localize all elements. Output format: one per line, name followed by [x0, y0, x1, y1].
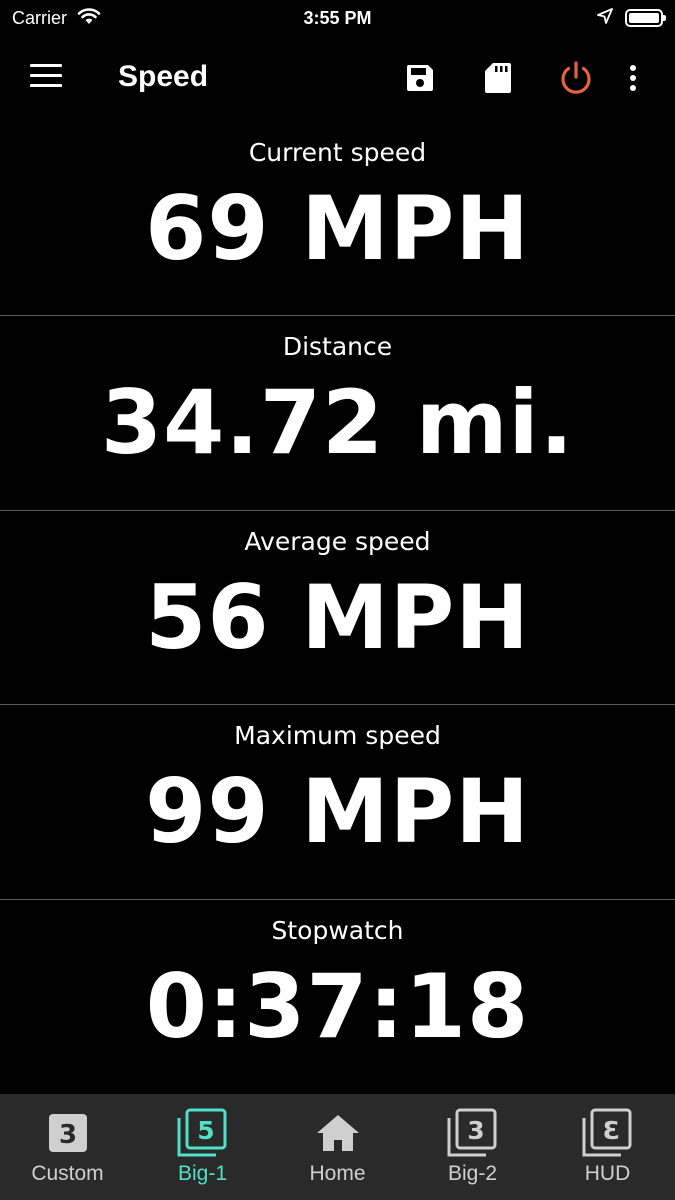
- svg-text:5: 5: [197, 1116, 214, 1145]
- metric-panels: Current speed 69 MPH Distance 34.72 mi. …: [0, 122, 675, 1094]
- save-icon: [405, 63, 435, 97]
- svg-text:3: 3: [58, 1120, 76, 1150]
- status-bar: Carrier 3:55 PM: [0, 0, 675, 36]
- hud-icon: 3: [580, 1108, 636, 1158]
- tab-big-2[interactable]: 3 Big-2: [405, 1094, 540, 1200]
- bottom-tab-bar: 3 Custom 5 Big-1 Home 3 Big-2 3 HUD: [0, 1094, 675, 1200]
- panel-value: 0:37:18: [145, 954, 530, 1058]
- speedometer-screen: Carrier 3:55 PM Speed Current speed 69 M…: [0, 0, 675, 1200]
- page-title: Speed: [118, 60, 209, 93]
- status-time: 3:55 PM: [303, 7, 372, 28]
- tab-label: Home: [309, 1162, 366, 1185]
- panel-label: Current speed: [248, 138, 427, 167]
- more-button[interactable]: [615, 58, 651, 102]
- battery-icon: [625, 9, 666, 27]
- tab-label: Big-2: [447, 1162, 498, 1185]
- tab-hud[interactable]: 3 HUD: [540, 1094, 675, 1200]
- svg-text:3: 3: [467, 1116, 484, 1145]
- panel-value: 69 MPH: [145, 177, 530, 280]
- panel-label: Maximum speed: [234, 721, 441, 751]
- tab-label: Custom: [31, 1162, 104, 1185]
- power-button[interactable]: [537, 58, 615, 102]
- svg-text:3: 3: [602, 1116, 619, 1145]
- tab-label: Big-1: [177, 1162, 228, 1185]
- app-actions: [381, 58, 651, 102]
- panel-label: Stopwatch: [271, 915, 404, 945]
- tab-home[interactable]: Home: [270, 1094, 405, 1200]
- panel-distance[interactable]: Distance 34.72 mi.: [0, 316, 675, 511]
- save-button[interactable]: [381, 58, 459, 102]
- sd-card-icon: [484, 62, 512, 98]
- power-icon: [558, 60, 594, 100]
- home-icon: [310, 1108, 366, 1158]
- panel-stopwatch[interactable]: Stopwatch 0:37:18: [0, 900, 675, 1094]
- sd-card-button[interactable]: [459, 58, 537, 102]
- more-vert-icon: [629, 64, 637, 96]
- location-arrow-icon: [597, 7, 613, 29]
- tab-label: HUD: [584, 1162, 631, 1185]
- carrier-label: Carrier: [12, 7, 68, 28]
- wifi-icon: [77, 7, 101, 30]
- app-bar: Speed: [0, 36, 675, 122]
- status-left: Carrier: [12, 7, 101, 30]
- panel-value: 34.72 mi.: [100, 371, 575, 475]
- panel-label: Distance: [282, 332, 393, 362]
- panel-current-speed[interactable]: Current speed 69 MPH: [0, 122, 675, 317]
- big-2-3-icon: 3: [445, 1108, 501, 1158]
- panel-value: 99 MPH: [145, 760, 530, 864]
- panel-label: Average speed: [244, 526, 431, 556]
- menu-button[interactable]: [30, 64, 62, 92]
- status-right: [597, 7, 666, 29]
- panel-maximum-speed[interactable]: Maximum speed 99 MPH: [0, 705, 675, 900]
- panel-average-speed[interactable]: Average speed 56 MPH: [0, 511, 675, 706]
- tab-big-1[interactable]: 5 Big-1: [135, 1094, 270, 1200]
- custom-3-icon: 3: [40, 1108, 96, 1158]
- tab-custom[interactable]: 3 Custom: [0, 1094, 135, 1200]
- big-1-5-icon: 5: [175, 1108, 231, 1158]
- panel-value: 56 MPH: [145, 565, 530, 669]
